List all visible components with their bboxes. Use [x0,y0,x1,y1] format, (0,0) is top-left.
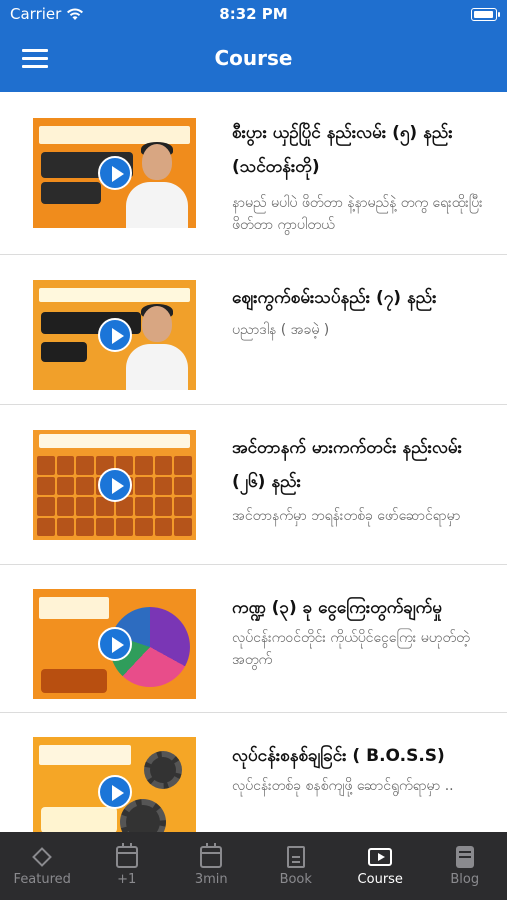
tab-plus-one[interactable]: +1 [85,832,170,900]
tab-bar: Featured +1 3min Book Course Blog [0,832,507,900]
tab-book[interactable]: Book [254,832,339,900]
course-thumbnail[interactable] [33,737,196,832]
course-row[interactable]: လုပ်ငန်းစနစ်ချခြင်း ( B.O.S.S) လုပ်ငန်းတ… [0,713,507,832]
video-icon [368,848,393,866]
course-subtitle: ပညာဒါန ( အခမဲ့ ) [232,322,330,338]
course-thumbnail[interactable] [33,430,196,540]
course-thumbnail[interactable] [33,589,196,699]
tab-label: Book [279,872,312,887]
tab-3min[interactable]: 3min [169,832,254,900]
course-thumbnail[interactable] [33,280,196,390]
course-thumbnail[interactable] [33,118,196,228]
tab-label: Blog [450,872,480,887]
course-row[interactable]: ကဏ္ဍ (၃) ခု ငွေကြေးတွက်ချက်မှု လုပ်ငန်းက… [0,565,507,713]
course-list[interactable]: စီးပွား ယှဉ်ပြိုင် နည်းလမ်း (၅) နည်း (သင… [0,92,507,832]
course-row[interactable]: အင်တာနက် မားကက်တင်း နည်းလမ်း (၂၆) နည်း အ… [0,405,507,565]
course-subtitle: လုပ်ငန်းတစ်ခု စနစ်ကျဖို့ ဆောင်ရွက်ရာမှာ … [232,778,454,794]
book-icon [286,846,305,868]
battery-icon [471,8,500,21]
course-subtitle: လုပ်ငန်းကဝင်တိုင်း ကိုယ်ပိုင်ငွေကြေး မဟု… [232,630,470,668]
calendar-icon [200,843,223,868]
play-icon[interactable] [97,318,132,352]
tab-blog[interactable]: Blog [423,832,507,900]
play-icon[interactable] [97,468,132,502]
tab-featured[interactable]: Featured [0,832,85,900]
tab-label: 3min [194,872,228,887]
course-title: အင်တာနက် မားကက်တင်း နည်းလမ်း (၂၆) နည်း [232,438,462,492]
clock: 8:32 PM [219,5,288,23]
course-row[interactable]: ဈေးကွက်စမ်းသပ်နည်း (၇) နည်း ပညာဒါန ( အခမ… [0,255,507,405]
course-subtitle: အင်တာနက်မှာ ဘရန်းတစ်ခု ဖော်ဆောင်ရာမှာ [232,508,461,524]
nav-bar: Course [0,28,507,92]
course-title: လုပ်ငန်းစနစ်ချခြင်း ( B.O.S.S) [232,746,445,766]
diamond-icon [32,847,53,867]
tab-label: +1 [117,872,137,887]
tab-label: Featured [13,872,71,887]
course-title: စီးပွား ယှဉ်ပြိုင် နည်းလမ်း (၅) နည်း (သင… [232,123,453,177]
course-title: ကဏ္ဍ (၃) ခု ငွေကြေးတွက်ချက်မှု [232,598,443,618]
tab-label: Course [357,872,403,887]
page-title: Course [214,46,293,70]
play-icon[interactable] [97,156,132,190]
status-bar: Carrier 8:32 PM [0,0,507,28]
course-row[interactable]: စီးပွား ယှဉ်ပြိုင် နည်းလမ်း (၅) နည်း (သင… [0,92,507,255]
battery-level [474,11,493,18]
tab-course[interactable]: Course [338,832,423,900]
play-icon[interactable] [97,627,132,661]
calendar-icon [115,843,138,868]
course-subtitle: နာမည် မပါပဲ ဖိတ်တာ နဲ့နာမည်နဲ့ တကွ ရေးထိ… [232,195,483,233]
play-icon[interactable] [97,775,132,809]
blog-icon [455,846,474,868]
course-title: ဈေးကွက်စမ်းသပ်နည်း (၇) နည်း [232,288,437,308]
